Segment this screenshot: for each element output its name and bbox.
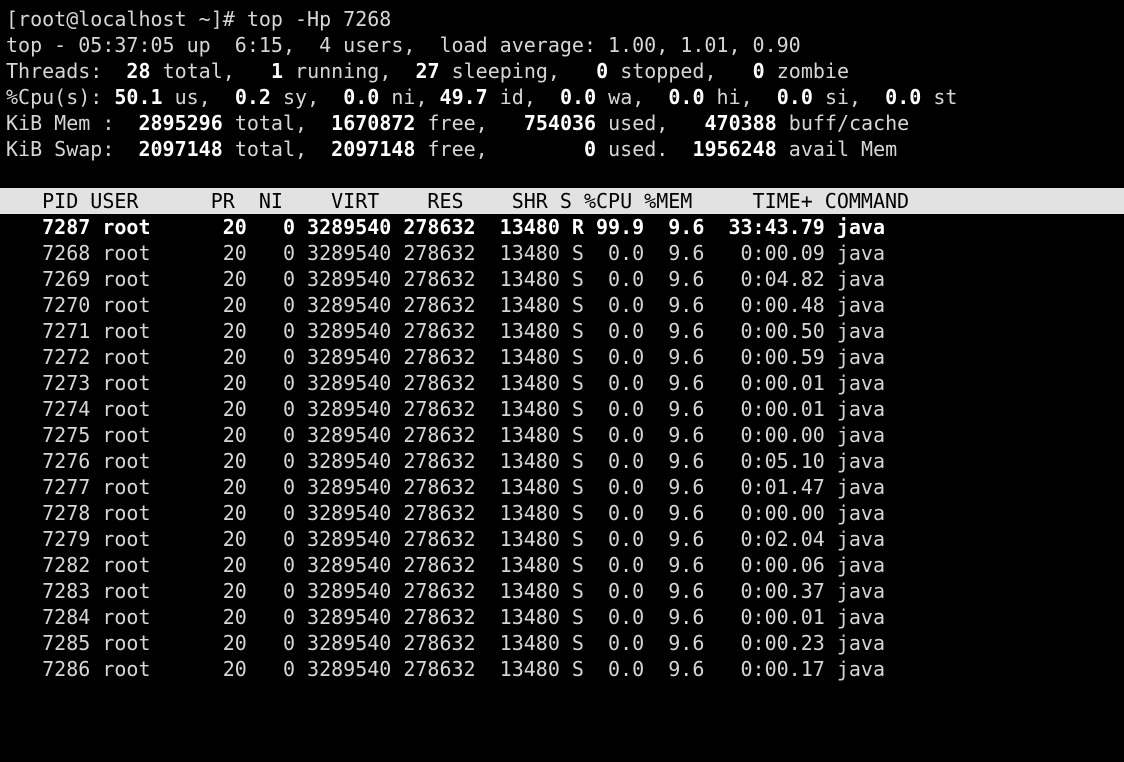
process-table-header[interactable]: PID USER PR NI VIRT RES SHR S %CPU %MEM … <box>0 188 1124 214</box>
cpu-us-value: 50.1 <box>114 85 162 109</box>
table-row[interactable]: 7286 root 20 0 3289540 278632 13480 S 0.… <box>0 656 1124 682</box>
cpu-st-label: st <box>933 85 957 109</box>
table-row[interactable]: 7276 root 20 0 3289540 278632 13480 S 0.… <box>0 448 1124 474</box>
top-mem-line: KiB Mem : 2895296 total, 1670872 free, 7… <box>0 110 1124 136</box>
threads-label: Threads: <box>6 59 102 83</box>
table-row[interactable]: 7270 root 20 0 3289540 278632 13480 S 0.… <box>0 292 1124 318</box>
cpu-wa-value: 0.0 <box>560 85 596 109</box>
process-table-body: 7287 root 20 0 3289540 278632 13480 R 99… <box>0 214 1124 682</box>
swap-total-label: total, <box>235 137 307 161</box>
top-threads-line: Threads: 28 total, 1 running, 27 sleepin… <box>0 58 1124 84</box>
threads-sleeping-label: sleeping, <box>452 59 560 83</box>
table-row[interactable]: 7285 root 20 0 3289540 278632 13480 S 0.… <box>0 630 1124 656</box>
swap-avail-value: 1956248 <box>692 137 776 161</box>
table-row[interactable]: 7283 root 20 0 3289540 278632 13480 S 0.… <box>0 578 1124 604</box>
mem-used-value: 754036 <box>524 111 596 135</box>
table-row[interactable]: 7269 root 20 0 3289540 278632 13480 S 0.… <box>0 266 1124 292</box>
swap-free-value: 2097148 <box>331 137 415 161</box>
top-cpu-line: %Cpu(s): 50.1 us, 0.2 sy, 0.0 ni, 49.7 i… <box>0 84 1124 110</box>
table-row[interactable]: 7271 root 20 0 3289540 278632 13480 S 0.… <box>0 318 1124 344</box>
swap-avail-label: avail Mem <box>789 137 897 161</box>
table-row[interactable]: 7287 root 20 0 3289540 278632 13480 R 99… <box>0 214 1124 240</box>
swap-used-value: 0 <box>584 137 596 161</box>
swap-total-value: 2097148 <box>138 137 222 161</box>
mem-label: KiB Mem : <box>6 111 114 135</box>
threads-stopped-value: 0 <box>596 59 608 83</box>
uptime-text: top - 05:37:05 up 6:15, 4 users, load av… <box>6 33 801 57</box>
threads-zombie-label: zombie <box>777 59 849 83</box>
table-row[interactable]: 7284 root 20 0 3289540 278632 13480 S 0.… <box>0 604 1124 630</box>
cpu-hi-value: 0.0 <box>668 85 704 109</box>
cpu-id-value: 49.7 <box>440 85 488 109</box>
mem-free-label: free, <box>428 111 488 135</box>
terminal-window[interactable]: [root@localhost ~]# top -Hp 7268 top - 0… <box>0 0 1124 762</box>
shell-prompt-line: [root@localhost ~]# top -Hp 7268 <box>0 6 1124 32</box>
mem-total-value: 2895296 <box>138 111 222 135</box>
top-uptime-line: top - 05:37:05 up 6:15, 4 users, load av… <box>0 32 1124 58</box>
table-row[interactable]: 7268 root 20 0 3289540 278632 13480 S 0.… <box>0 240 1124 266</box>
cpu-wa-label: wa, <box>608 85 644 109</box>
swap-used-label: used. <box>608 137 668 161</box>
prompt-command-text: [root@localhost ~]# top -Hp 7268 <box>6 7 391 31</box>
cpu-us-label: us, <box>175 85 211 109</box>
table-row[interactable]: 7272 root 20 0 3289540 278632 13480 S 0.… <box>0 344 1124 370</box>
cpu-ni-value: 0.0 <box>343 85 379 109</box>
cpu-sy-label: sy, <box>283 85 319 109</box>
table-row[interactable]: 7274 root 20 0 3289540 278632 13480 S 0.… <box>0 396 1124 422</box>
threads-zombie-value: 0 <box>753 59 765 83</box>
mem-free-value: 1670872 <box>331 111 415 135</box>
cpu-sy-value: 0.2 <box>235 85 271 109</box>
threads-stopped-label: stopped, <box>620 59 716 83</box>
cpu-id-label: id, <box>500 85 536 109</box>
mem-used-label: used, <box>608 111 668 135</box>
summary-separator <box>0 162 1124 188</box>
cpu-label: %Cpu(s): <box>6 85 102 109</box>
mem-buffcache-value: 470388 <box>704 111 776 135</box>
mem-total-label: total, <box>235 111 307 135</box>
table-row[interactable]: 7278 root 20 0 3289540 278632 13480 S 0.… <box>0 500 1124 526</box>
mem-buffcache-label: buff/cache <box>789 111 909 135</box>
threads-running-label: running, <box>295 59 391 83</box>
cpu-st-value: 0.0 <box>885 85 921 109</box>
threads-total-value: 28 <box>126 59 150 83</box>
swap-label: KiB Swap: <box>6 137 114 161</box>
cpu-hi-label: hi, <box>717 85 753 109</box>
threads-sleeping-value: 27 <box>415 59 439 83</box>
cpu-si-label: si, <box>825 85 861 109</box>
top-swap-line: KiB Swap: 2097148 total, 2097148 free, 0… <box>0 136 1124 162</box>
swap-free-label: free, <box>428 137 488 161</box>
table-row[interactable]: 7277 root 20 0 3289540 278632 13480 S 0.… <box>0 474 1124 500</box>
cpu-si-value: 0.0 <box>777 85 813 109</box>
cpu-ni-label: ni, <box>391 85 427 109</box>
threads-running-value: 1 <box>271 59 283 83</box>
table-row[interactable]: 7279 root 20 0 3289540 278632 13480 S 0.… <box>0 526 1124 552</box>
threads-total-label: total, <box>163 59 235 83</box>
table-row[interactable]: 7273 root 20 0 3289540 278632 13480 S 0.… <box>0 370 1124 396</box>
table-row[interactable]: 7282 root 20 0 3289540 278632 13480 S 0.… <box>0 552 1124 578</box>
table-row[interactable]: 7275 root 20 0 3289540 278632 13480 S 0.… <box>0 422 1124 448</box>
